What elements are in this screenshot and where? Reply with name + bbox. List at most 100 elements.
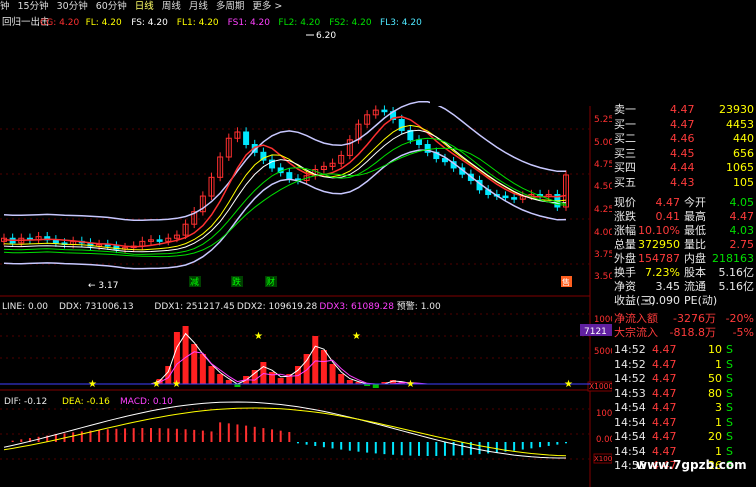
stat-label: PE(动) [684, 294, 718, 307]
stat-value: 10.10% [638, 224, 680, 237]
stat-label: 最低 [684, 224, 706, 237]
tick-row: 14:52 4.47 50 S [612, 371, 756, 386]
stat-label: 外盘 [614, 252, 636, 265]
order-vol: 656 [733, 146, 754, 160]
tick-time: 14:54 [614, 401, 646, 414]
stat-value: 4.05 [729, 196, 755, 209]
macd-label-0: DIF: -0.12 [4, 397, 47, 407]
ddx-bar [269, 372, 276, 384]
ddx-unit: X1000 [589, 382, 612, 391]
price-axis-tick: 5.00 [594, 138, 612, 148]
tick-row: 14:54 4.47 20 S [612, 429, 756, 444]
ddx-line [4, 332, 566, 385]
order-book-row: 买四 4.44 1065 [612, 160, 756, 175]
tick-row: 14:54 4.47 3 S [612, 400, 756, 415]
tick-price: 4.47 [652, 430, 677, 443]
stat-value: 154787 [638, 252, 680, 265]
stat-label: 今开 [684, 196, 706, 209]
tick-vol: 50 [708, 372, 722, 385]
stat-label: 量比 [684, 238, 706, 251]
ddx-bar [346, 380, 353, 384]
ddx-star: ★ [254, 331, 263, 342]
tick-price: 4.47 [652, 343, 677, 356]
indicator-2: FS: 4.20 [131, 18, 168, 28]
ddx-star: ★ [172, 379, 181, 390]
flow-pct: -20% [725, 312, 754, 325]
stat-value: 372950 [638, 238, 680, 251]
ddx-bar [277, 378, 284, 384]
signal-label-1: 跌 [232, 277, 241, 288]
order-price: 4.45 [670, 146, 695, 160]
ddx-label-3: DDX2: 109619.28 [237, 302, 318, 312]
macd-unit: X1000 [594, 455, 612, 463]
ddx-bar [217, 374, 224, 384]
tab-2[interactable]: 30分钟 [57, 0, 88, 14]
tab-7[interactable]: 多周期 [216, 0, 245, 14]
tick-price: 4.47 [652, 386, 677, 400]
macd-label-1: DEA: -0.16 [62, 397, 110, 407]
stat-value: -0.090 [644, 294, 680, 307]
price-axis-tick: 5.25 [594, 115, 612, 125]
candle-body [416, 139, 423, 145]
ddx-bar [294, 366, 301, 384]
tick-price: 4.47 [652, 401, 677, 414]
tick-time: 14:52 [614, 372, 646, 385]
flow-pct: -5% [732, 326, 754, 339]
order-vol: 440 [733, 132, 754, 145]
order-price: 4.43 [670, 175, 695, 189]
tab-1[interactable]: 15分钟 [18, 0, 49, 14]
indicator-1: FL: 4.20 [86, 18, 122, 28]
candle-body [511, 197, 518, 200]
dea-line [3, 407, 567, 457]
tick-side: S [726, 430, 733, 443]
tick-side: S [726, 444, 733, 458]
tick-row: 14:52 4.47 1 S [612, 357, 756, 372]
chart-area[interactable]: 回归一出击CG: 4.20 FL: 4.20 FS: 4.20 FL1: 4.20 FS… [0, 14, 612, 487]
ddx-tick: 5000 [594, 347, 612, 357]
tick-time: 14:53 [614, 386, 646, 400]
stat-label: 涨跌 [614, 210, 636, 223]
quote-panel: 卖一 4.47 23930 买一 4.47 4453 买二 4.46 440 买三 4.45 656 买… [612, 103, 756, 472]
ddx-star: ★ [564, 379, 573, 390]
candle-body [398, 119, 405, 131]
tab-5[interactable]: 周线 [162, 0, 181, 14]
period-tabs: 钟 15分钟 30分钟 60分钟 日线 周线 月线 多周期 更多 > [0, 0, 430, 14]
tab-3[interactable]: 60分钟 [96, 0, 127, 14]
ddx-star: ★ [352, 331, 361, 342]
ddx-tick: 10000 [594, 315, 612, 325]
tick-vol: 1 [715, 444, 722, 458]
tick-row: 14:54 4.47 1 S [612, 444, 756, 459]
indicator-3: FL1: 4.20 [177, 18, 219, 28]
stat-value: 4.03 [729, 224, 755, 237]
stat-value: 7.23% [645, 266, 680, 279]
price-axis-tick: 4.25 [594, 205, 612, 215]
stat-row: 净资 3.45 流通 5.16亿 [612, 279, 756, 294]
price-axis-tick: 4.50 [594, 182, 612, 192]
tab-8[interactable]: 更多 > [252, 0, 282, 14]
order-label: 买二 [614, 132, 636, 145]
order-label: 卖一 [614, 103, 636, 116]
order-price: 4.47 [670, 117, 695, 131]
tick-side: S [726, 415, 733, 429]
high-label: 6.20 [316, 31, 336, 41]
tab-0[interactable]: 钟 [0, 0, 10, 14]
ddx-bar [372, 384, 379, 388]
tick-vol: 1 [715, 415, 722, 429]
tab-6[interactable]: 月线 [189, 0, 208, 14]
tick-vol: 3 [715, 401, 722, 414]
stat-row: 涨幅 10.10% 最低 4.03 [612, 223, 756, 238]
price-axis-tick: 3.50 [594, 272, 612, 282]
order-vol: 23930 [719, 103, 754, 116]
candle-body [502, 195, 509, 199]
stat-label: 总量 [614, 238, 636, 251]
stat-value: 5.16亿 [718, 280, 755, 293]
stat-row: 换手 7.23% 股本 5.16亿 [612, 265, 756, 280]
ddx-bar [182, 326, 189, 384]
tab-4[interactable]: 日线 [135, 0, 154, 14]
stat-label: 净资 [614, 280, 636, 293]
price-axis-tick: 4.00 [594, 228, 612, 238]
tick-vol: 80 [708, 386, 722, 400]
tick-side: S [726, 386, 733, 400]
tick-vol: 20 [708, 430, 722, 443]
macd-tick: 0.00 [596, 435, 612, 445]
